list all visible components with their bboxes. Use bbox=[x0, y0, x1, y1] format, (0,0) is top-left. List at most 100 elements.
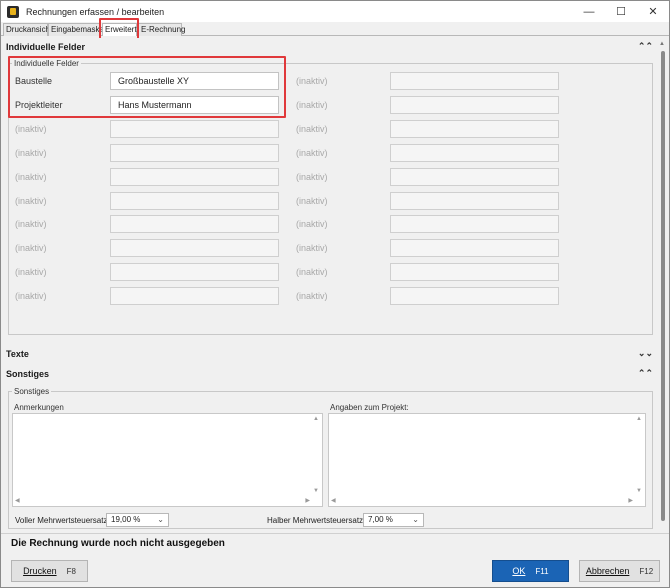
ok-label: OK bbox=[512, 566, 526, 576]
tab-erweitert[interactable]: Erweitert bbox=[102, 23, 137, 36]
right-field-input bbox=[390, 192, 559, 210]
section-title: Individuelle Felder bbox=[6, 42, 86, 52]
horizontal-scrollbar[interactable]: ◀ ▶ bbox=[13, 496, 322, 506]
left-field-label: (inaktiv) bbox=[15, 124, 47, 134]
left-field-label: (inaktiv) bbox=[15, 267, 47, 277]
full-vat-value: 19,00 % bbox=[111, 515, 141, 524]
vertical-scrollbar[interactable]: ▲ ▼ bbox=[312, 414, 322, 496]
scroll-left-icon[interactable]: ◀ bbox=[15, 497, 20, 504]
left-field-input bbox=[110, 239, 279, 257]
section-title: Sonstiges bbox=[6, 369, 50, 379]
vertical-scrollbar[interactable]: ▲ ▼ bbox=[635, 414, 645, 496]
scroll-right-icon[interactable]: ▶ bbox=[628, 497, 633, 504]
scroll-up-icon[interactable]: ▲ bbox=[313, 416, 319, 422]
app-icon bbox=[7, 5, 19, 18]
collapse-icon[interactable]: ⌃⌃ bbox=[638, 368, 653, 379]
scroll-up-icon[interactable]: ▲ bbox=[636, 416, 642, 422]
scroll-up-icon[interactable]: ▲ bbox=[659, 41, 665, 47]
status-bar: Die Rechnung wurde noch nicht ausgegeben bbox=[1, 533, 669, 553]
section-texte[interactable]: Texte ⌄⌄ bbox=[3, 345, 657, 363]
anmerkungen-label: Anmerkungen bbox=[14, 403, 64, 412]
full-vat-select[interactable]: 19,00 % ⌄ bbox=[106, 513, 169, 527]
left-field-input[interactable]: Großbaustelle XY bbox=[110, 72, 279, 90]
tab-bar: Druckansicht Eingabemaske Erweitert E-Re… bbox=[1, 22, 669, 36]
right-field-label: (inaktiv) bbox=[296, 100, 328, 110]
right-field-label: (inaktiv) bbox=[296, 196, 328, 206]
scrollbar-thumb[interactable] bbox=[661, 51, 665, 521]
print-button[interactable]: Drucken F8 bbox=[11, 560, 88, 582]
left-field-label: (inaktiv) bbox=[15, 291, 47, 301]
status-message: Die Rechnung wurde noch nicht ausgegeben bbox=[11, 538, 225, 549]
right-field-input bbox=[390, 168, 559, 186]
print-label: Drucken bbox=[23, 566, 57, 576]
left-field-input bbox=[110, 168, 279, 186]
scroll-down-icon[interactable]: ▼ bbox=[636, 488, 642, 494]
cancel-button[interactable]: Abbrechen F12 bbox=[579, 560, 660, 582]
full-vat-label: Voller Mehrwertsteuersatz: bbox=[15, 516, 110, 525]
anmerkungen-textarea[interactable]: ▲ ▼ ◀ ▶ bbox=[12, 413, 323, 507]
tab-eingabemaske[interactable]: Eingabemaske bbox=[48, 23, 104, 36]
section-sonstiges[interactable]: Sonstiges ⌃⌃ bbox=[3, 365, 657, 383]
print-shortcut: F8 bbox=[66, 566, 76, 576]
projekt-label: Angaben zum Projekt: bbox=[330, 403, 409, 412]
half-vat-select[interactable]: 7,00 % ⌄ bbox=[363, 513, 424, 527]
right-field-input bbox=[390, 72, 559, 90]
left-field-label: Baustelle bbox=[15, 76, 53, 86]
left-field-input bbox=[110, 215, 279, 233]
scroll-down-icon[interactable]: ▼ bbox=[313, 488, 319, 494]
right-field-label: (inaktiv) bbox=[296, 243, 328, 253]
close-icon[interactable]: ✕ bbox=[637, 1, 669, 22]
right-field-input bbox=[390, 263, 559, 281]
chevron-down-icon: ⌄ bbox=[157, 515, 164, 524]
section-title: Texte bbox=[6, 349, 29, 359]
right-field-label: (inaktiv) bbox=[296, 291, 328, 301]
right-field-label: (inaktiv) bbox=[296, 76, 328, 86]
right-field-input bbox=[390, 239, 559, 257]
cancel-shortcut: F12 bbox=[639, 566, 654, 576]
chevron-down-icon: ⌄ bbox=[412, 515, 419, 524]
group-title: Sonstiges bbox=[12, 387, 52, 396]
right-field-label: (inaktiv) bbox=[296, 172, 328, 182]
right-field-label: (inaktiv) bbox=[296, 124, 328, 134]
left-field-label: (inaktiv) bbox=[15, 148, 47, 158]
horizontal-scrollbar[interactable]: ◀ ▶ bbox=[329, 496, 645, 506]
right-field-input bbox=[390, 120, 559, 138]
left-field-input[interactable]: Hans Mustermann bbox=[110, 96, 279, 114]
minimize-icon[interactable]: — bbox=[573, 1, 605, 22]
left-field-input bbox=[110, 192, 279, 210]
group-title: Individuelle Felder bbox=[12, 59, 81, 68]
left-field-input bbox=[110, 144, 279, 162]
right-field-input bbox=[390, 96, 559, 114]
left-field-label: (inaktiv) bbox=[15, 196, 47, 206]
right-field-input bbox=[390, 215, 559, 233]
ok-shortcut: F11 bbox=[535, 566, 549, 576]
main-scrollbar[interactable]: ▲ bbox=[659, 41, 667, 531]
right-field-input bbox=[390, 144, 559, 162]
maximize-icon[interactable]: ☐ bbox=[605, 1, 637, 22]
right-field-label: (inaktiv) bbox=[296, 267, 328, 277]
tab-e-rechnung[interactable]: E-Rechnung bbox=[138, 23, 185, 36]
projekt-textarea[interactable]: ▲ ▼ ◀ ▶ bbox=[328, 413, 646, 507]
window-controls: — ☐ ✕ bbox=[573, 1, 669, 22]
left-field-label: (inaktiv) bbox=[15, 243, 47, 253]
title-bar: Rechnungen erfassen / bearbeiten — ☐ ✕ bbox=[1, 1, 669, 22]
half-vat-value: 7,00 % bbox=[368, 515, 393, 524]
collapse-icon[interactable]: ⌃⌃ bbox=[638, 41, 653, 52]
left-field-input bbox=[110, 263, 279, 281]
right-field-label: (inaktiv) bbox=[296, 219, 328, 229]
window-title: Rechnungen erfassen / bearbeiten bbox=[26, 6, 165, 17]
scroll-right-icon[interactable]: ▶ bbox=[305, 497, 310, 504]
ok-button[interactable]: OK F11 bbox=[492, 560, 569, 582]
tab-druckansicht[interactable]: Druckansicht bbox=[3, 23, 52, 36]
right-field-input bbox=[390, 287, 559, 305]
left-field-label: (inaktiv) bbox=[15, 172, 47, 182]
scroll-left-icon[interactable]: ◀ bbox=[331, 497, 336, 504]
cancel-label: Abbrechen bbox=[585, 566, 630, 576]
left-field-input bbox=[110, 120, 279, 138]
left-field-label: Projektleiter bbox=[15, 100, 63, 110]
section-individuelle-felder[interactable]: Individuelle Felder ⌃⌃ bbox=[3, 38, 657, 56]
expand-icon[interactable]: ⌄⌄ bbox=[638, 348, 653, 359]
left-field-label: (inaktiv) bbox=[15, 219, 47, 229]
invoice-window: Rechnungen erfassen / bearbeiten — ☐ ✕ D… bbox=[0, 0, 670, 588]
left-field-input bbox=[110, 287, 279, 305]
